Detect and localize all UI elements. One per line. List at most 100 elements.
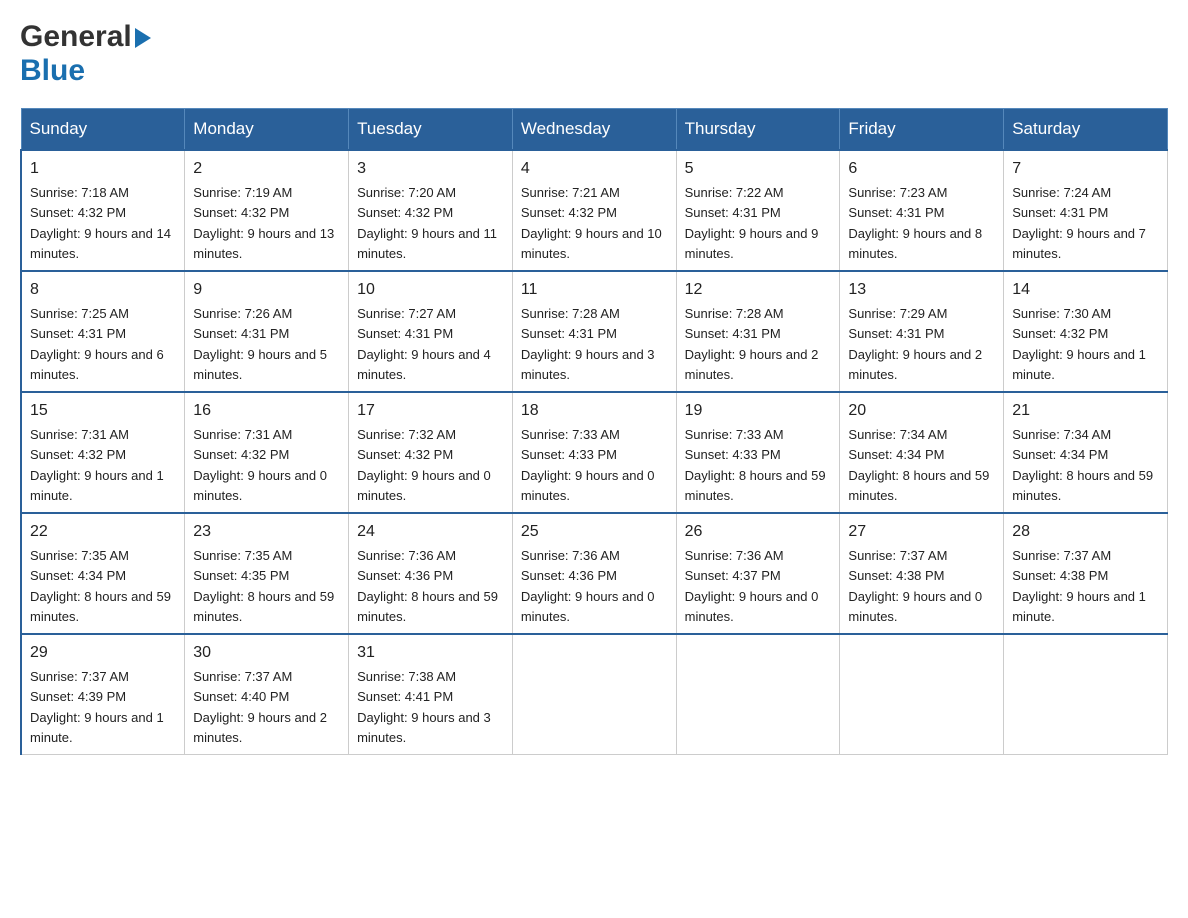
logo-blue-text: Blue (20, 54, 85, 87)
day-number: 27 (848, 520, 995, 544)
day-number: 8 (30, 278, 176, 302)
day-info: Sunrise: 7:36 AMSunset: 4:36 PMDaylight:… (521, 548, 655, 624)
day-info: Sunrise: 7:38 AMSunset: 4:41 PMDaylight:… (357, 669, 491, 745)
day-info: Sunrise: 7:34 AMSunset: 4:34 PMDaylight:… (848, 427, 989, 503)
day-info: Sunrise: 7:21 AMSunset: 4:32 PMDaylight:… (521, 185, 662, 261)
calendar-day-cell: 30 Sunrise: 7:37 AMSunset: 4:40 PMDaylig… (185, 634, 349, 755)
day-number: 21 (1012, 399, 1159, 423)
day-number: 31 (357, 641, 504, 665)
day-of-week-header: Monday (185, 109, 349, 151)
day-number: 30 (193, 641, 340, 665)
calendar-day-cell (676, 634, 840, 755)
calendar-day-cell: 23 Sunrise: 7:35 AMSunset: 4:35 PMDaylig… (185, 513, 349, 634)
day-info: Sunrise: 7:31 AMSunset: 4:32 PMDaylight:… (193, 427, 327, 503)
day-info: Sunrise: 7:34 AMSunset: 4:34 PMDaylight:… (1012, 427, 1153, 503)
day-info: Sunrise: 7:26 AMSunset: 4:31 PMDaylight:… (193, 306, 327, 382)
calendar-day-cell: 1 Sunrise: 7:18 AMSunset: 4:32 PMDayligh… (21, 150, 185, 271)
calendar-day-cell: 11 Sunrise: 7:28 AMSunset: 4:31 PMDaylig… (512, 271, 676, 392)
day-number: 11 (521, 278, 668, 302)
day-info: Sunrise: 7:20 AMSunset: 4:32 PMDaylight:… (357, 185, 497, 261)
day-info: Sunrise: 7:29 AMSunset: 4:31 PMDaylight:… (848, 306, 982, 382)
logo-general-text: General (20, 20, 132, 54)
day-info: Sunrise: 7:22 AMSunset: 4:31 PMDaylight:… (685, 185, 819, 261)
calendar-week-row: 22 Sunrise: 7:35 AMSunset: 4:34 PMDaylig… (21, 513, 1168, 634)
day-number: 4 (521, 157, 668, 181)
day-info: Sunrise: 7:37 AMSunset: 4:38 PMDaylight:… (848, 548, 982, 624)
day-number: 10 (357, 278, 504, 302)
calendar-day-cell: 14 Sunrise: 7:30 AMSunset: 4:32 PMDaylig… (1004, 271, 1168, 392)
day-number: 26 (685, 520, 832, 544)
calendar-week-row: 8 Sunrise: 7:25 AMSunset: 4:31 PMDayligh… (21, 271, 1168, 392)
calendar-day-cell: 2 Sunrise: 7:19 AMSunset: 4:32 PMDayligh… (185, 150, 349, 271)
day-number: 28 (1012, 520, 1159, 544)
calendar-table: SundayMondayTuesdayWednesdayThursdayFrid… (20, 108, 1168, 755)
day-info: Sunrise: 7:24 AMSunset: 4:31 PMDaylight:… (1012, 185, 1146, 261)
calendar-day-cell: 19 Sunrise: 7:33 AMSunset: 4:33 PMDaylig… (676, 392, 840, 513)
day-info: Sunrise: 7:37 AMSunset: 4:39 PMDaylight:… (30, 669, 164, 745)
day-number: 15 (30, 399, 176, 423)
day-info: Sunrise: 7:35 AMSunset: 4:34 PMDaylight:… (30, 548, 171, 624)
day-of-week-header: Friday (840, 109, 1004, 151)
day-info: Sunrise: 7:32 AMSunset: 4:32 PMDaylight:… (357, 427, 491, 503)
day-of-week-header: Thursday (676, 109, 840, 151)
calendar-week-row: 1 Sunrise: 7:18 AMSunset: 4:32 PMDayligh… (21, 150, 1168, 271)
calendar-day-cell: 28 Sunrise: 7:37 AMSunset: 4:38 PMDaylig… (1004, 513, 1168, 634)
day-info: Sunrise: 7:37 AMSunset: 4:38 PMDaylight:… (1012, 548, 1146, 624)
day-number: 24 (357, 520, 504, 544)
calendar-day-cell (1004, 634, 1168, 755)
day-number: 5 (685, 157, 832, 181)
calendar-week-row: 15 Sunrise: 7:31 AMSunset: 4:32 PMDaylig… (21, 392, 1168, 513)
calendar-day-cell: 27 Sunrise: 7:37 AMSunset: 4:38 PMDaylig… (840, 513, 1004, 634)
day-of-week-header: Wednesday (512, 109, 676, 151)
calendar-day-cell: 24 Sunrise: 7:36 AMSunset: 4:36 PMDaylig… (349, 513, 513, 634)
day-number: 7 (1012, 157, 1159, 181)
day-number: 12 (685, 278, 832, 302)
calendar-header-row: SundayMondayTuesdayWednesdayThursdayFrid… (21, 109, 1168, 151)
calendar-day-cell (512, 634, 676, 755)
day-number: 19 (685, 399, 832, 423)
logo-arrow-icon (135, 28, 151, 48)
day-info: Sunrise: 7:27 AMSunset: 4:31 PMDaylight:… (357, 306, 491, 382)
logo: General Blue (20, 20, 151, 88)
day-info: Sunrise: 7:19 AMSunset: 4:32 PMDaylight:… (193, 185, 334, 261)
calendar-day-cell: 8 Sunrise: 7:25 AMSunset: 4:31 PMDayligh… (21, 271, 185, 392)
calendar-day-cell: 18 Sunrise: 7:33 AMSunset: 4:33 PMDaylig… (512, 392, 676, 513)
day-of-week-header: Saturday (1004, 109, 1168, 151)
day-number: 25 (521, 520, 668, 544)
day-number: 29 (30, 641, 176, 665)
calendar-day-cell: 22 Sunrise: 7:35 AMSunset: 4:34 PMDaylig… (21, 513, 185, 634)
calendar-day-cell: 20 Sunrise: 7:34 AMSunset: 4:34 PMDaylig… (840, 392, 1004, 513)
day-info: Sunrise: 7:28 AMSunset: 4:31 PMDaylight:… (521, 306, 655, 382)
calendar-day-cell: 16 Sunrise: 7:31 AMSunset: 4:32 PMDaylig… (185, 392, 349, 513)
calendar-day-cell: 7 Sunrise: 7:24 AMSunset: 4:31 PMDayligh… (1004, 150, 1168, 271)
day-info: Sunrise: 7:36 AMSunset: 4:36 PMDaylight:… (357, 548, 498, 624)
day-number: 22 (30, 520, 176, 544)
calendar-day-cell: 6 Sunrise: 7:23 AMSunset: 4:31 PMDayligh… (840, 150, 1004, 271)
day-info: Sunrise: 7:35 AMSunset: 4:35 PMDaylight:… (193, 548, 334, 624)
day-info: Sunrise: 7:31 AMSunset: 4:32 PMDaylight:… (30, 427, 164, 503)
day-number: 23 (193, 520, 340, 544)
day-of-week-header: Sunday (21, 109, 185, 151)
calendar-day-cell: 13 Sunrise: 7:29 AMSunset: 4:31 PMDaylig… (840, 271, 1004, 392)
day-info: Sunrise: 7:25 AMSunset: 4:31 PMDaylight:… (30, 306, 164, 382)
calendar-day-cell: 4 Sunrise: 7:21 AMSunset: 4:32 PMDayligh… (512, 150, 676, 271)
calendar-day-cell: 17 Sunrise: 7:32 AMSunset: 4:32 PMDaylig… (349, 392, 513, 513)
day-info: Sunrise: 7:18 AMSunset: 4:32 PMDaylight:… (30, 185, 171, 261)
page-header: General Blue (20, 20, 1168, 88)
day-number: 6 (848, 157, 995, 181)
calendar-day-cell: 21 Sunrise: 7:34 AMSunset: 4:34 PMDaylig… (1004, 392, 1168, 513)
day-number: 18 (521, 399, 668, 423)
calendar-day-cell: 3 Sunrise: 7:20 AMSunset: 4:32 PMDayligh… (349, 150, 513, 271)
day-info: Sunrise: 7:37 AMSunset: 4:40 PMDaylight:… (193, 669, 327, 745)
day-number: 2 (193, 157, 340, 181)
calendar-day-cell: 31 Sunrise: 7:38 AMSunset: 4:41 PMDaylig… (349, 634, 513, 755)
day-info: Sunrise: 7:36 AMSunset: 4:37 PMDaylight:… (685, 548, 819, 624)
day-number: 3 (357, 157, 504, 181)
calendar-day-cell: 15 Sunrise: 7:31 AMSunset: 4:32 PMDaylig… (21, 392, 185, 513)
day-info: Sunrise: 7:28 AMSunset: 4:31 PMDaylight:… (685, 306, 819, 382)
calendar-day-cell: 25 Sunrise: 7:36 AMSunset: 4:36 PMDaylig… (512, 513, 676, 634)
day-info: Sunrise: 7:33 AMSunset: 4:33 PMDaylight:… (685, 427, 826, 503)
calendar-week-row: 29 Sunrise: 7:37 AMSunset: 4:39 PMDaylig… (21, 634, 1168, 755)
day-number: 20 (848, 399, 995, 423)
calendar-day-cell: 29 Sunrise: 7:37 AMSunset: 4:39 PMDaylig… (21, 634, 185, 755)
